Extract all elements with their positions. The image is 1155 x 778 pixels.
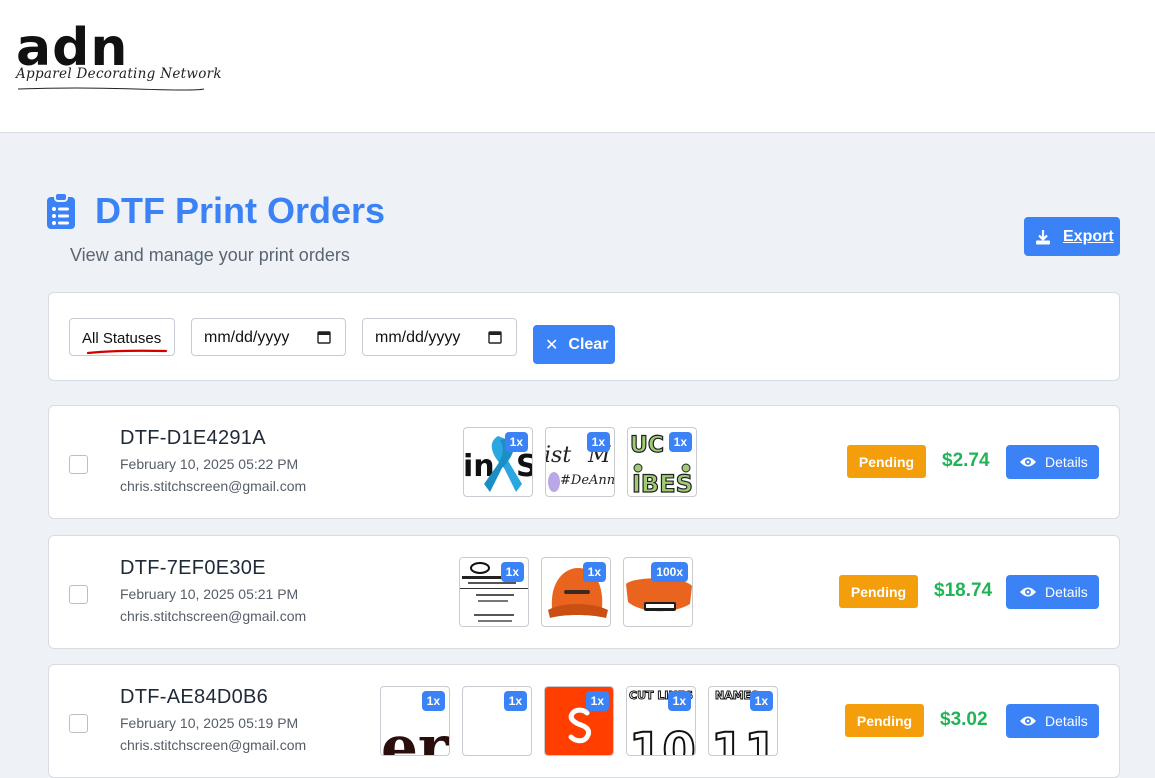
quantity-badge: 1x <box>503 691 527 711</box>
date-from-placeholder: mm/dd/yyyy <box>204 329 290 346</box>
order-date: February 10, 2025 05:22 PM <box>120 456 299 472</box>
status-badge: Pending <box>845 704 924 737</box>
page-title: DTF Print Orders <box>95 190 386 231</box>
order-price: $18.74 <box>934 580 993 601</box>
logo-swash <box>17 87 205 91</box>
clipboard-list-icon <box>47 192 75 229</box>
calendar-icon[interactable] <box>488 330 502 344</box>
brand-logo[interactable]: adn Apparel Decorating Network <box>16 18 222 96</box>
order-id: DTF-7EF0E30E <box>120 557 266 579</box>
order-card: DTF-7EF0E30E February 10, 2025 05:21 PM … <box>48 535 1120 649</box>
quantity-badge: 1x <box>749 691 773 711</box>
svg-text:11: 11 <box>711 723 778 756</box>
quantity-badge: 1x <box>667 691 691 711</box>
annotation-underline <box>86 349 168 355</box>
quantity-badge: 1x <box>421 691 445 711</box>
design-thumbnail[interactable]: UC IBES 1x <box>627 427 697 497</box>
order-id: DTF-AE84D0B6 <box>120 686 269 708</box>
quantity-badge: 1x <box>582 562 606 582</box>
export-label: Export <box>1063 227 1114 245</box>
svg-text:ist: ist <box>546 443 571 468</box>
design-thumbnail[interactable]: 1x <box>541 557 611 627</box>
date-to-input[interactable]: mm/dd/yyyy <box>362 318 517 356</box>
details-button[interactable]: Details <box>1006 575 1099 609</box>
svg-text:er: er <box>381 713 450 756</box>
design-thumbnail[interactable]: 100x <box>623 557 693 627</box>
quantity-badge: 100x <box>651 562 688 582</box>
clear-filters-button[interactable]: ✕ Clear <box>533 325 615 364</box>
quantity-badge: 1x <box>504 432 528 452</box>
order-price: $2.74 <box>942 450 990 471</box>
eye-icon <box>1020 457 1036 467</box>
status-badge: Pending <box>839 575 918 608</box>
date-from-input[interactable]: mm/dd/yyyy <box>191 318 346 356</box>
details-button[interactable]: Details <box>1006 445 1099 479</box>
order-select-checkbox[interactable] <box>69 714 88 733</box>
calendar-icon[interactable] <box>317 330 331 344</box>
order-email: chris.stitchscreen@gmail.com <box>120 737 307 753</box>
design-thumbnail[interactable]: 1x <box>544 686 614 756</box>
status-badge: Pending <box>847 445 926 478</box>
design-thumbnail[interactable]: 1x <box>462 686 532 756</box>
date-to-placeholder: mm/dd/yyyy <box>375 329 461 346</box>
design-thumbnail[interactable]: NAMES 11 1x <box>708 686 778 756</box>
design-thumbnail[interactable]: 1x <box>459 557 529 627</box>
page-subtitle: View and manage your print orders <box>70 245 350 265</box>
quantity-badge: 1x <box>586 432 610 452</box>
order-email: chris.stitchscreen@gmail.com <box>120 478 307 494</box>
quantity-badge: 1x <box>585 691 609 711</box>
filter-panel: All Statuses mm/dd/yyyy mm/dd/yyyy ✕ Cle… <box>48 292 1120 381</box>
order-date: February 10, 2025 05:19 PM <box>120 715 299 731</box>
download-icon <box>1036 229 1050 244</box>
details-label: Details <box>1045 584 1088 600</box>
top-bar: adn Apparel Decorating Network <box>0 0 1155 133</box>
order-date: February 10, 2025 05:21 PM <box>120 586 299 602</box>
details-label: Details <box>1045 713 1088 729</box>
close-icon: ✕ <box>545 336 559 354</box>
status-filter-select[interactable]: All Statuses <box>69 318 175 356</box>
logo-tagline: Apparel Decorating Network <box>16 66 222 82</box>
details-button[interactable]: Details <box>1006 704 1099 738</box>
export-button[interactable]: Export <box>1024 217 1120 256</box>
order-email: chris.stitchscreen@gmail.com <box>120 608 307 624</box>
svg-text:IBES: IBES <box>632 470 693 497</box>
quantity-badge: 1x <box>500 562 524 582</box>
design-thumbnail[interactable]: in S 1x <box>463 427 533 497</box>
status-filter-value: All Statuses <box>82 330 162 347</box>
clear-label: Clear <box>568 335 609 353</box>
design-thumbnail[interactable]: ist M #DeAnnS 1x <box>545 427 615 497</box>
details-label: Details <box>1045 454 1088 470</box>
order-card: DTF-D1E4291A February 10, 2025 05:22 PM … <box>48 405 1120 519</box>
eye-icon <box>1020 587 1036 597</box>
quantity-badge: 1x <box>668 432 692 452</box>
svg-text:UC: UC <box>630 433 664 458</box>
logo-mark: adn <box>16 18 129 78</box>
order-card: DTF-AE84D0B6 February 10, 2025 05:19 PM … <box>48 664 1120 778</box>
design-thumbnail[interactable]: er 1x <box>380 686 450 756</box>
order-select-checkbox[interactable] <box>69 455 88 474</box>
eye-icon <box>1020 716 1036 726</box>
order-select-checkbox[interactable] <box>69 585 88 604</box>
order-price: $3.02 <box>940 709 988 730</box>
order-id: DTF-D1E4291A <box>120 427 266 449</box>
svg-text:10: 10 <box>629 723 696 756</box>
svg-text:#DeAnnS: #DeAnnS <box>560 473 615 488</box>
design-thumbnail[interactable]: CUT LINES 10 1x <box>626 686 696 756</box>
